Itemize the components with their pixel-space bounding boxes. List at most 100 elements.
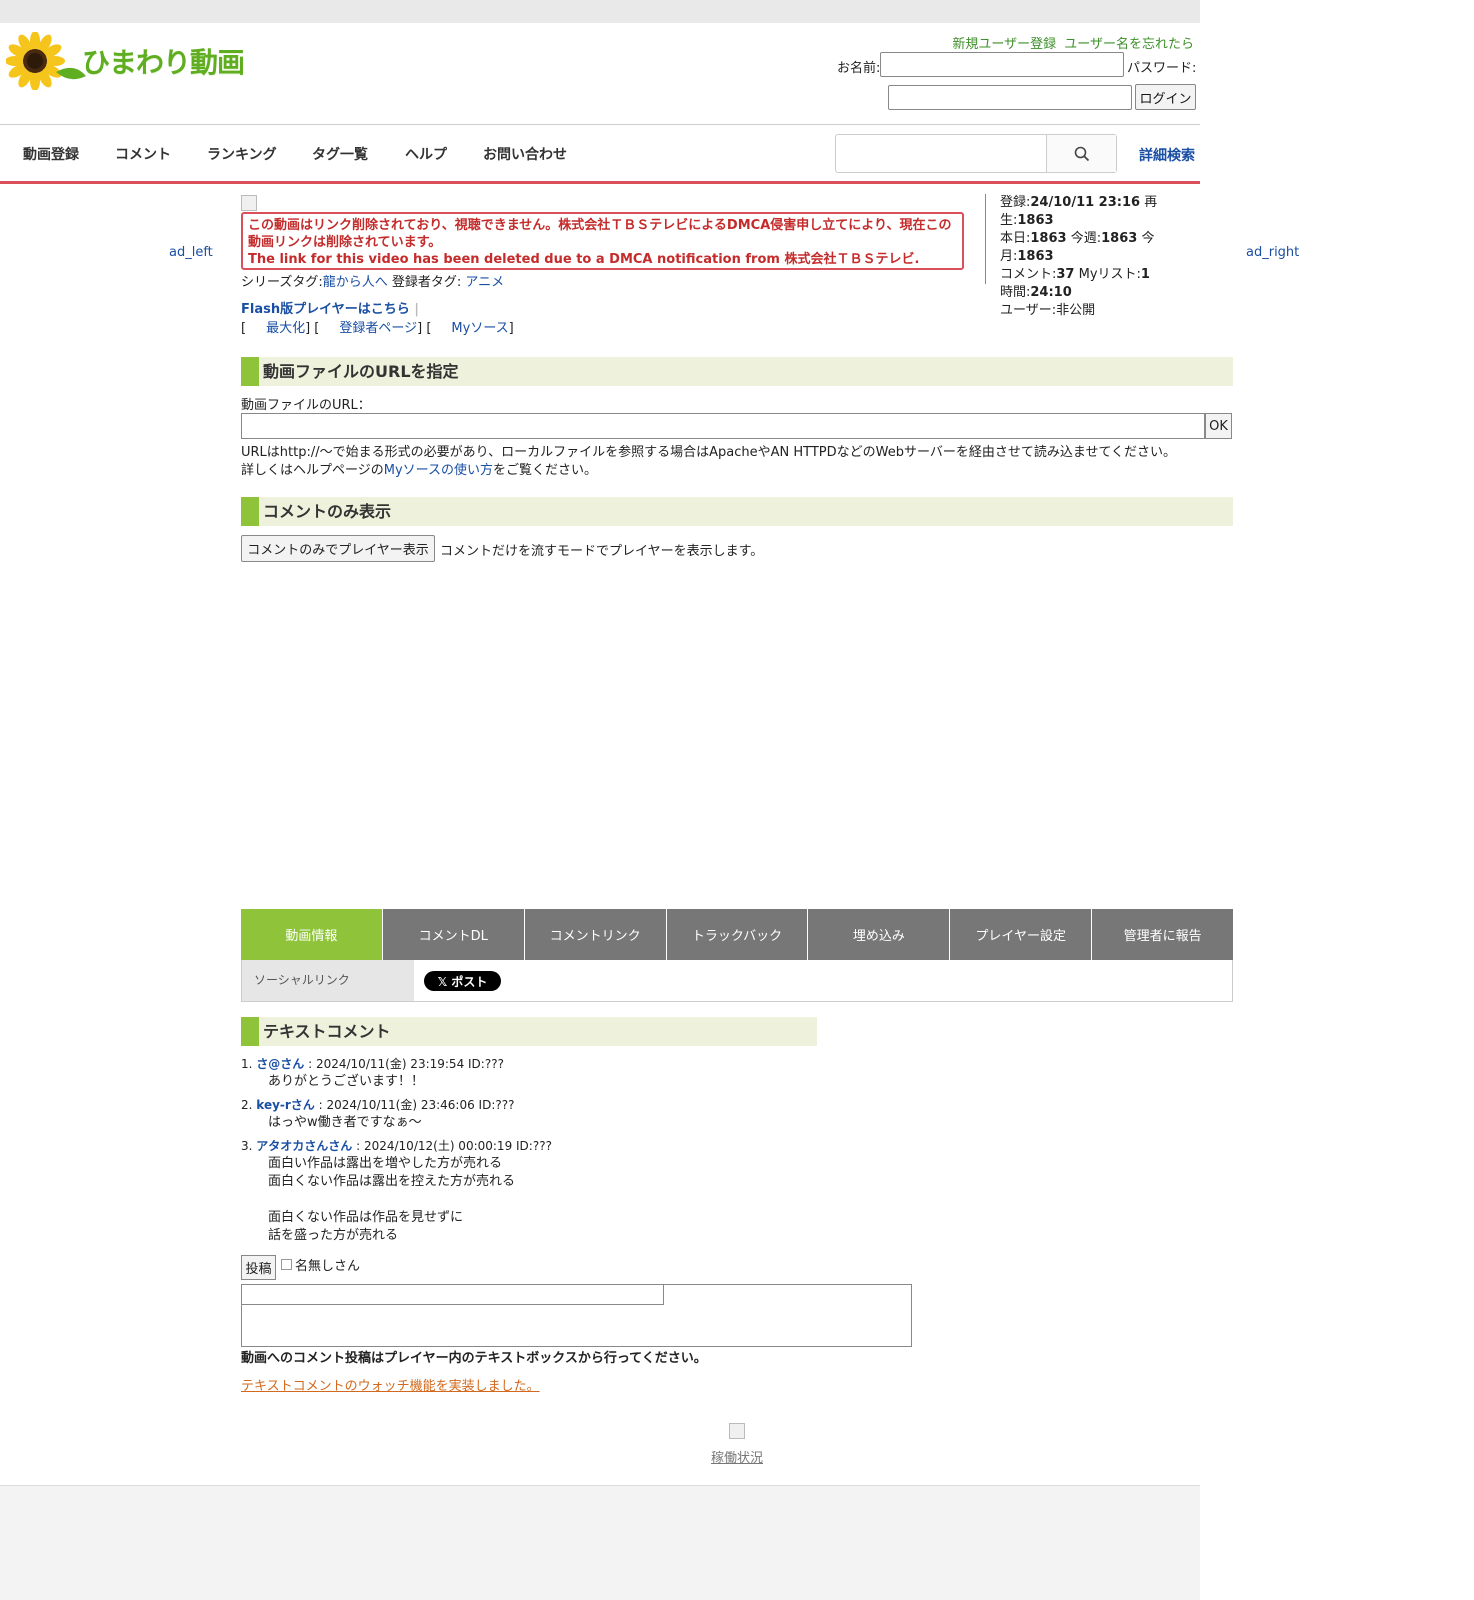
register-link[interactable]: 新規ユーザー登録 (952, 37, 1056, 52)
comment-body: 面白い作品は露出を増やした方が売れる 面白くない作品は露出を控えた方が売れる 面… (268, 1156, 516, 1243)
x-post-button[interactable]: 𝕏 ポスト (424, 971, 501, 991)
comment-name-input[interactable] (242, 1285, 664, 1305)
mylist-count: 1 (1140, 267, 1150, 282)
mysource-link[interactable]: Myソース (451, 321, 508, 336)
comment-post-note: 動画へのコメント投稿はプレイヤー内のテキストボックスから行ってください。 (241, 1351, 707, 1366)
duration-value: 24:10 (1030, 285, 1072, 300)
nav-item-upload[interactable]: 動画登録 (23, 144, 79, 164)
comment-meta: : 2024/10/11(金) 23:19:54 ID:??? (304, 1057, 504, 1071)
comment-only-heading: コメントのみ表示 (241, 497, 1233, 526)
comment-meta: : 2024/10/12(土) 00:00:19 ID:??? (352, 1139, 552, 1153)
main-nav: 動画登録 コメント ランキング タグ一覧 ヘルプ お問い合わせ 詳細検索 (0, 124, 1200, 184)
post-comment-button[interactable]: 投稿 (241, 1255, 276, 1280)
comment-author[interactable]: key-rさん (256, 1098, 315, 1112)
list-item: 1. さ@さん : 2024/10/11(金) 23:19:54 ID:??? … (241, 1055, 941, 1091)
nav-item-ranking[interactable]: ランキング (207, 144, 277, 164)
text-comments-heading: テキストコメント (241, 1017, 817, 1046)
series-tag-link[interactable]: 龍から人へ (323, 275, 388, 290)
tab-comment-link[interactable]: コメントリンク (524, 909, 667, 960)
social-links-label: ソーシャルリンク (242, 960, 414, 1001)
video-stats: 登録:24/10/11 23:16 再生:1863 本日:1863 今週:186… (985, 194, 1205, 318)
week-count: 1863 (1101, 231, 1138, 246)
tab-report-admin[interactable]: 管理者に報告 (1092, 909, 1234, 960)
comment-author[interactable]: さ@さん (256, 1057, 304, 1071)
name-label: お名前: (837, 61, 881, 76)
url-note: URLはhttp://〜で始まる形式の必要があり、ローカルファイルを参照する場合… (241, 444, 1176, 480)
month-count: 1863 (1017, 249, 1054, 264)
search-icon (1074, 146, 1089, 161)
top-strip (0, 0, 1200, 23)
list-item: 3. アタオカさんさん : 2024/10/12(土) 00:00:19 ID:… (241, 1137, 941, 1245)
url-ok-button[interactable]: OK (1205, 413, 1232, 439)
series-tag-label: シリーズタグ: (241, 275, 323, 290)
watch-feature-link[interactable]: テキストコメントのウォッチ機能を実装しました。 (241, 1375, 540, 1394)
password-label: パスワード: (1127, 61, 1197, 76)
anonymous-checkbox[interactable] (281, 1259, 292, 1270)
search-input[interactable] (835, 134, 1117, 173)
comment-number: 3. (241, 1139, 253, 1153)
today-label: 本日: (1000, 231, 1031, 246)
nav-item-contact[interactable]: お問い合わせ (483, 144, 567, 164)
tab-player-settings[interactable]: プレイヤー設定 (950, 909, 1093, 960)
logo-text: ひまわり動画 (82, 46, 245, 79)
comment-only-player-button[interactable]: コメントのみでプレイヤー表示 (241, 535, 435, 562)
url-note-post: をご覧ください。 (493, 463, 598, 478)
nav-item-comments[interactable]: コメント (115, 144, 171, 164)
advanced-search-link[interactable]: 詳細検索 (1139, 145, 1195, 165)
forgot-username-link[interactable]: ユーザー名を忘れたら (1064, 37, 1194, 52)
tab-embed[interactable]: 埋め込み (808, 909, 951, 960)
comments-count: 37 (1056, 267, 1075, 282)
username-input[interactable] (880, 52, 1124, 77)
tag-line: シリーズタグ:龍から人へ 登録者タグ: アニメ (241, 271, 504, 290)
ad-left-image[interactable]: ad_left (169, 245, 213, 260)
ad-right-image[interactable]: ad_right (1246, 245, 1299, 260)
sunflower-icon (6, 32, 86, 90)
tab-video-info[interactable]: 動画情報 (241, 909, 383, 960)
url-label: 動画ファイルのURL： (241, 398, 371, 413)
url-note-line1: URLはhttp://〜で始まる形式の必要があり、ローカルファイルを参照する場合… (241, 445, 1177, 460)
video-url-input[interactable] (241, 413, 1205, 439)
anonymous-label: 名無しさん (295, 1259, 361, 1274)
dmca-notice: この動画はリンク削除されており、視聴できません。株式会社ＴＢＳテレビによるDMC… (241, 212, 964, 270)
status-image (729, 1423, 745, 1439)
uploader-tag-link[interactable]: アニメ (465, 275, 504, 290)
dmca-notice-en: The link for this video has been deleted… (248, 252, 920, 267)
mylist-label: Myリスト: (1078, 267, 1141, 282)
tab-trackback[interactable]: トラックバック (666, 909, 809, 960)
login-button[interactable]: ログイン (1135, 84, 1196, 110)
uploader-page-link[interactable]: 登録者ページ (339, 321, 417, 336)
player-thumbnail (241, 195, 257, 211)
comment-number: 1. (241, 1057, 253, 1071)
registered-date: 24/10/11 23:16 (1030, 195, 1141, 210)
social-links-row: ソーシャルリンク 𝕏 ポスト (241, 960, 1233, 1002)
flash-player-link[interactable]: Flash版プレイヤーはこちら (241, 302, 410, 317)
user-label: ユーザー: (1000, 303, 1057, 318)
comment-body: ありがとうございます！！ (268, 1074, 425, 1089)
search-button[interactable] (1046, 135, 1116, 172)
comment-author[interactable]: アタオカさんさん (256, 1139, 352, 1153)
uploader-tag-label: 登録者タグ: (391, 275, 462, 290)
comment-textarea[interactable] (241, 1284, 912, 1347)
comment-number: 2. (241, 1098, 253, 1112)
nav-item-tags[interactable]: タグ一覧 (312, 144, 368, 164)
mysource-help-link[interactable]: Myソースの使い方 (384, 463, 493, 478)
site-logo[interactable]: ひまわり動画 (6, 32, 256, 90)
comment-meta: : 2024/10/11(金) 23:46:06 ID:??? (314, 1098, 515, 1112)
footer-area (0, 1485, 1200, 1600)
player-links: [最大化] [登録者ページ] [Myソース] (241, 321, 514, 336)
password-input[interactable] (888, 85, 1132, 110)
comment-body: はっやw働き者ですなぁ〜 (268, 1115, 422, 1130)
tab-comment-dl[interactable]: コメントDL (382, 909, 525, 960)
week-label: 今週: (1070, 231, 1102, 246)
flash-player-line: Flash版プレイヤーはこちら | (241, 302, 419, 317)
info-tabs: 動画情報 コメントDL コメントリンク トラックバック 埋め込み プレイヤー設定… (241, 909, 1234, 960)
nav-item-help[interactable]: ヘルプ (405, 144, 447, 164)
status-link[interactable]: 稼働状況 (711, 1447, 763, 1466)
account-links: 新規ユーザー登録 ユーザー名を忘れたら (952, 33, 1194, 52)
maximize-link[interactable]: 最大化 (266, 321, 305, 336)
comment-list: 1. さ@さん : 2024/10/11(金) 23:19:54 ID:??? … (241, 1055, 941, 1250)
url-section-heading: 動画ファイルのURLを指定 (241, 357, 1233, 386)
comments-label: コメント: (1000, 267, 1057, 282)
list-item: 2. key-rさん : 2024/10/11(金) 23:46:06 ID:?… (241, 1096, 941, 1132)
dmca-notice-ja: この動画はリンク削除されており、視聴できません。株式会社ＴＢＳテレビによるDMC… (248, 218, 952, 250)
